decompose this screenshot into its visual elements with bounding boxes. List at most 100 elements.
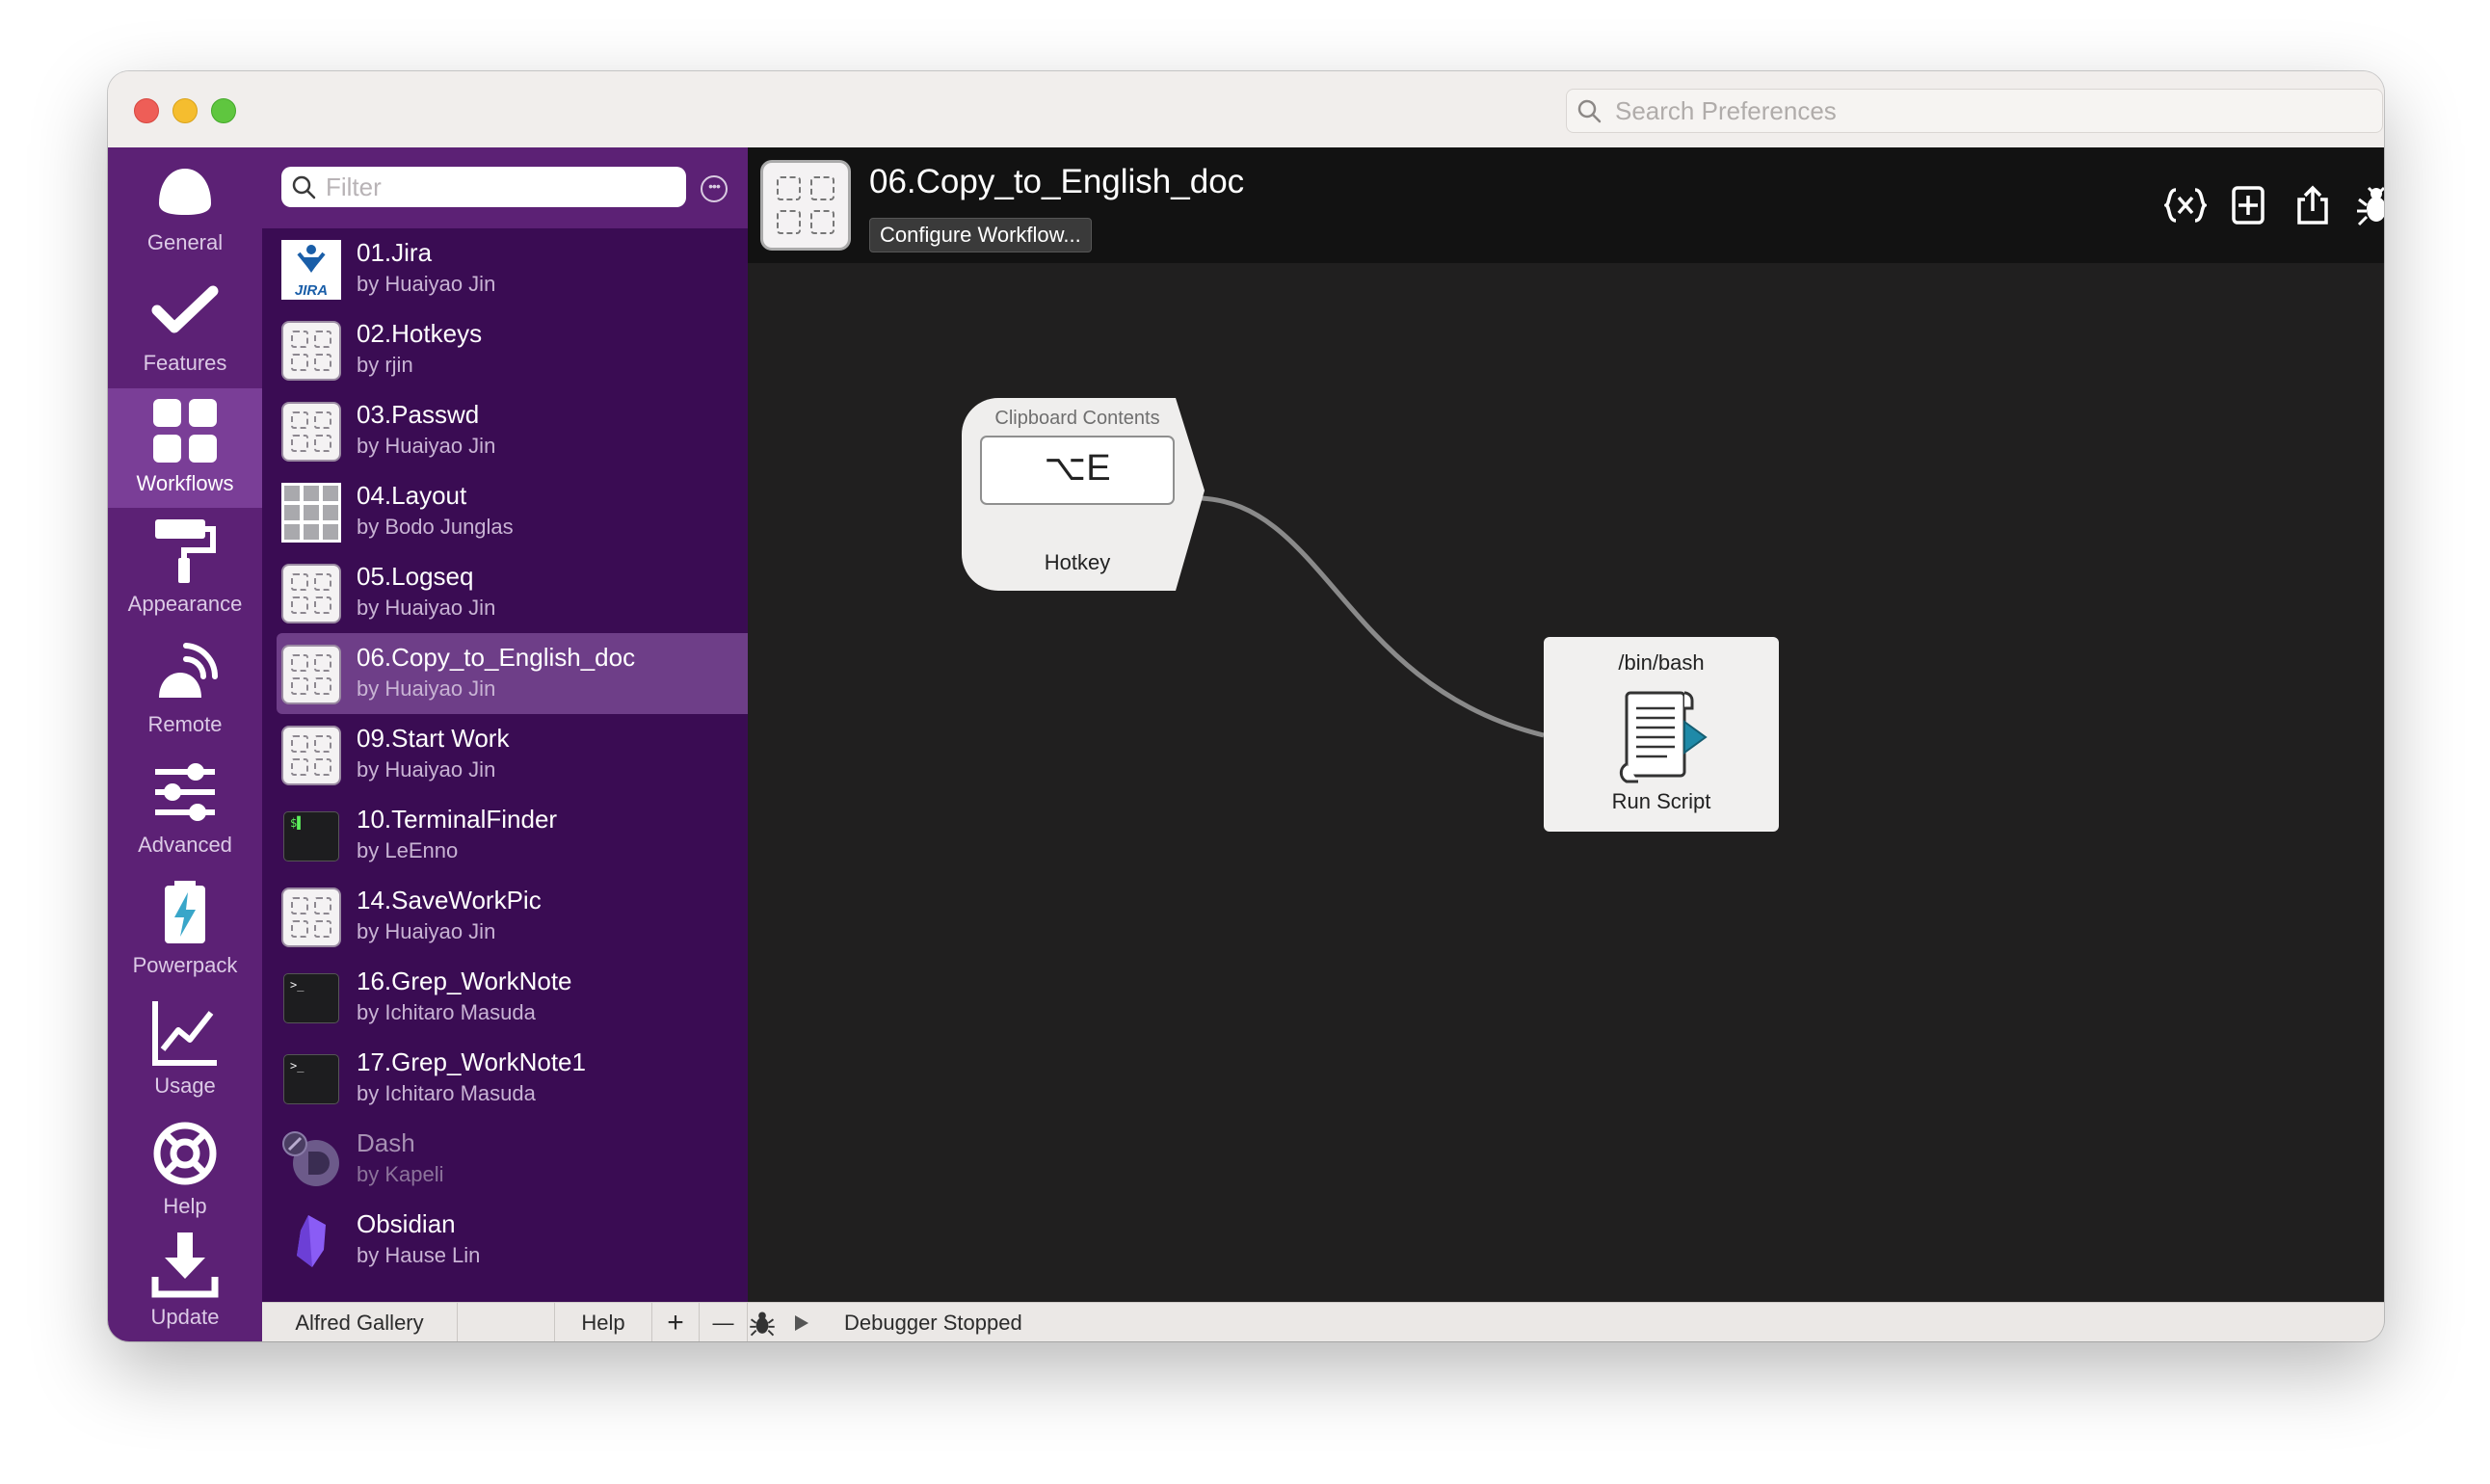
nav-item-help[interactable]: Help [108,1111,262,1231]
nav-label: Update [150,1305,220,1329]
workflow-author: by Ichitaro Masuda [357,1081,536,1105]
workflow-author: by Huaiyao Jin [357,757,496,782]
search-preferences-placeholder: Search Preferences [1615,95,1837,125]
nav-item-remote[interactable]: Remote [108,629,262,749]
list-item[interactable]: Obsidian by Hause Lin [262,1200,748,1281]
workflow-author: by rjin [357,353,413,377]
debug-bug-icon[interactable] [748,1303,777,1341]
list-item[interactable]: 05.Logseq by Huaiyao Jin [262,552,748,633]
svg-text:JIRA: JIRA [295,282,328,299]
nav-item-features[interactable]: Features [108,268,262,387]
nav-label: Powerpack [132,953,238,977]
list-item[interactable]: 03.Passwd by Huaiyao Jin [262,390,748,471]
terminal-icon: $▌ [281,807,341,866]
list-item[interactable]: 02.Hotkeys by rjin [262,309,748,390]
list-item[interactable]: $▌ 10.TerminalFinder by LeEnno [262,795,748,876]
nav-item-powerpack[interactable]: Powerpack [108,870,262,990]
nav-label: Help [163,1194,207,1218]
workflow-title: Dash [357,1128,415,1157]
list-item[interactable]: Dash by Kapeli [262,1119,748,1200]
workflow-list-panel: Filter ••• JIRA 01.Jira by Huaiyao Jin 0… [262,147,748,1302]
generic-workflow-icon [281,321,341,381]
add-workflow-button[interactable]: + [652,1303,700,1341]
workflow-title: 03.Passwd [357,400,480,429]
workflow-author: by Hause Lin [357,1243,481,1267]
list-item[interactable]: JIRA 01.Jira by Huaiyao Jin [262,228,748,309]
nav-item-workflows[interactable]: Workflows [108,388,262,508]
nav-label: Features [143,351,227,375]
workflow-title: 02.Hotkeys [357,319,483,348]
debugger-status: Debugger Stopped [844,1310,1022,1335]
more-options-icon[interactable]: ••• [701,175,728,202]
lifebuoy-icon [146,1117,224,1190]
workflow-author: by Huaiyao Jin [357,596,496,620]
run-script-label: Run Script [1611,789,1711,813]
script-document-icon [1613,687,1709,788]
nav-item-advanced[interactable]: Advanced [108,750,262,869]
generic-workflow-icon [281,888,341,947]
close-window-button[interactable] [134,98,159,123]
play-icon[interactable] [787,1303,816,1341]
download-icon [146,1228,224,1301]
nav-item-update[interactable]: Update [108,1222,262,1341]
workflow-author: by Huaiyao Jin [357,272,496,296]
workflow-title: 04.Layout [357,481,467,510]
list-item[interactable]: >_ 17.Grep_WorkNote1 by Ichitaro Masuda [262,1038,748,1119]
nav-item-general[interactable]: General [108,147,262,267]
workflow-author: by Ichitaro Masuda [357,1000,536,1024]
workflow-title: 06.Copy_to_English_doc [357,643,636,672]
workflow-title: 09.Start Work [357,724,510,753]
workflow-title: 10.TerminalFinder [357,805,558,834]
generic-workflow-icon [281,402,341,462]
terminal-icon: >_ [281,1049,341,1109]
bottom-spacer [458,1303,555,1341]
dash-icon [281,1130,341,1190]
list-item[interactable]: 09.Start Work by Huaiyao Jin [262,714,748,795]
hotkey-node-header: Clipboard Contents [994,408,1160,429]
sliders-icon [146,755,224,829]
nav-label: Remote [147,712,223,736]
alfred-preferences-window: Search Preferences General Features Work… [108,71,2384,1341]
search-preferences-field[interactable]: Search Preferences [1566,89,2383,133]
minimize-window-button[interactable] [172,98,198,123]
help-button[interactable]: Help [555,1303,652,1341]
nav-label: General [146,230,224,254]
nav-item-appearance[interactable]: Appearance [108,509,262,628]
list-item-selected[interactable]: 06.Copy_to_English_doc by Huaiyao Jin [277,633,748,714]
nav-label: Workflows [136,471,234,495]
workflow-title: 17.Grep_WorkNote1 [357,1047,586,1076]
generic-workflow-icon [281,645,341,704]
workflow-editor-canvas[interactable]: 06.Copy_to_English_doc Configure Workflo… [748,147,2384,1302]
remote-icon [146,635,224,708]
zoom-window-button[interactable] [211,98,236,123]
list-item-partial[interactable]: ⁻ ⁻ ⁻ [262,1281,748,1302]
workflow-title: Obsidian [357,1209,456,1238]
run-script-language: /bin/bash [1618,650,1705,675]
workflow-title: 14.SaveWorkPic [357,886,542,914]
hat-icon [146,153,224,226]
preferences-sidebar: General Features Workflows Appearance Re… [108,147,262,1341]
filter-bar: Filter ••• [262,147,748,228]
hotkey-trigger-node[interactable]: Clipboard Contents ⌥E Hotkey [960,396,1210,603]
list-item[interactable]: 14.SaveWorkPic by Huaiyao Jin [262,876,748,957]
filter-placeholder: Filter [326,172,382,201]
checkmark-icon [146,274,224,347]
run-script-action-node[interactable]: /bin/bash Run Script [1544,637,1779,832]
obsidian-icon [281,1211,341,1271]
search-icon [1577,99,1602,123]
list-item[interactable]: >_ 16.Grep_WorkNote by Ichitaro Masuda [262,957,748,1038]
workflow-author: by Huaiyao Jin [357,434,496,458]
remove-workflow-button[interactable]: — [700,1303,748,1341]
search-icon [292,175,316,199]
list-item[interactable]: 04.Layout by Bodo Junglas [262,471,748,552]
workflow-author: by Bodo Junglas [357,515,514,539]
nav-label: Usage [154,1073,216,1098]
paint-roller-icon [146,515,224,588]
nav-item-usage[interactable]: Usage [108,991,262,1110]
bottom-toolbar: Alfred Gallery Help + — Debugger Stopped [262,1302,2384,1341]
alfred-gallery-button[interactable]: Alfred Gallery [262,1303,458,1341]
hotkey-node-label: Hotkey [1044,550,1111,574]
battery-bolt-icon [146,876,224,949]
filter-input[interactable]: Filter [281,167,686,207]
workflow-title: 01.Jira [357,238,433,267]
